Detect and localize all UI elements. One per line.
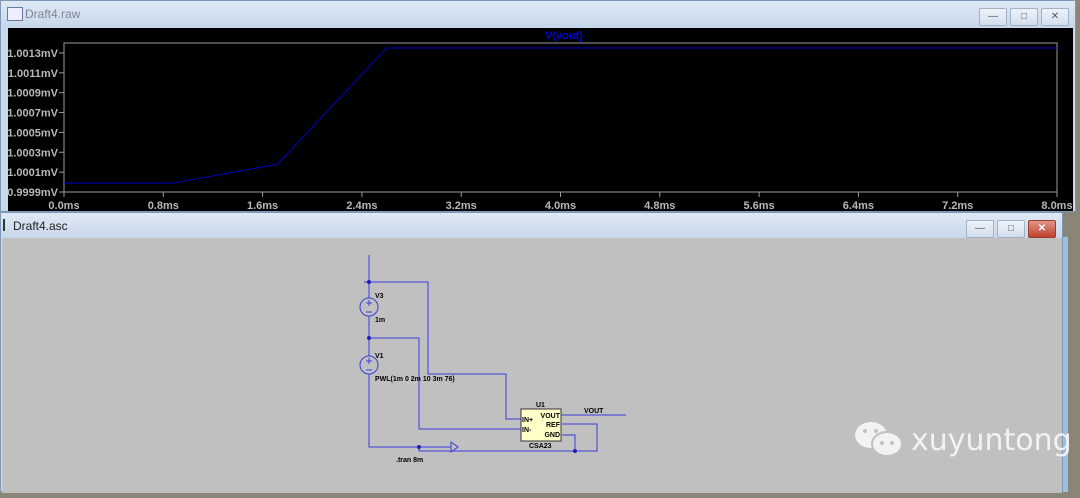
tran-directive[interactable]: .tran 8m [396, 457, 423, 464]
watermark-text: xuyuntong [911, 422, 1072, 458]
pin-vout: VOUT [541, 413, 561, 420]
v3-value[interactable]: 1m [375, 317, 385, 324]
y-tick-label: 51.0007mV [8, 108, 59, 120]
maximize-button[interactable]: □ [997, 220, 1025, 238]
wechat-logo-icon [855, 422, 903, 457]
junction-dot [367, 336, 371, 340]
maximize-button[interactable]: □ [1010, 8, 1038, 26]
x-tick-label: 2.4ms [346, 200, 377, 211]
junction-dot [573, 449, 577, 453]
u1-model[interactable]: CSA23 [529, 443, 552, 450]
x-tick-label: 1.6ms [247, 200, 278, 211]
x-tick-label: 4.8ms [644, 200, 675, 211]
window-title: Draft4.asc [13, 219, 68, 233]
x-tick-label: 4.0ms [545, 200, 576, 211]
x-tick-label: 6.4ms [843, 200, 874, 211]
v3-name[interactable]: V3 [375, 293, 384, 300]
y-tick-label: 51.0011mV [8, 68, 59, 80]
y-tick-label: 51.0013mV [8, 48, 59, 60]
wire[interactable] [368, 255, 451, 448]
y-tick-label: 51.0001mV [8, 167, 59, 179]
y-tick-label: 51.0003mV [8, 147, 59, 159]
pin-ref: REF [546, 422, 561, 429]
series-line-vout [64, 47, 1057, 184]
y-tick-label: 50.9999mV [8, 187, 59, 199]
net-label-vout[interactable]: VOUT [584, 408, 604, 415]
close-button[interactable]: ✕ [1041, 8, 1069, 26]
legend-vout[interactable]: V(vout) [545, 30, 583, 42]
x-tick-label: 8.0ms [1041, 200, 1072, 211]
pin-in-plus: IN+ [522, 417, 533, 424]
chart-svg: V(vout) 0.0ms 0.8ms 1.6ms 2.4ms 3.2ms 4.0ms 4.… [1, 30, 1072, 212]
wire[interactable] [364, 281, 521, 420]
u1-name[interactable]: U1 [536, 402, 545, 409]
waveform-plot[interactable]: V(vout) 0.0ms 0.8ms 1.6ms 2.4ms 3.2ms 4.0ms 4.… [1, 28, 1073, 212]
x-tick-label: 3.2ms [446, 200, 477, 211]
x-tick-label: 7.2ms [942, 200, 973, 211]
x-tick-label: 5.6ms [743, 200, 774, 211]
junction-dot [417, 445, 421, 449]
close-button[interactable]: ✕ [1028, 220, 1056, 238]
waveform-app-icon [7, 7, 23, 21]
minimize-button[interactable]: — [979, 8, 1007, 26]
x-tick-label: 0.8ms [148, 200, 179, 211]
v1-name[interactable]: V1 [375, 353, 384, 360]
wire[interactable] [562, 434, 576, 451]
wire[interactable] [369, 337, 521, 430]
window-title: Draft4.raw [25, 7, 81, 21]
waveform-window: Draft4.raw — □ ✕ V(vout) 0.0ms 0.8ms 1.6ms… [0, 0, 1076, 212]
y-tick-label: 51.0009mV [8, 88, 59, 100]
pin-gnd: GND [544, 432, 560, 439]
plot-frame [63, 42, 1058, 193]
v3-source-icon[interactable] [359, 297, 379, 317]
v1-value[interactable]: PWL(1m 0 2m 10 3m 76) [375, 376, 455, 383]
pin-in-minus: IN- [522, 427, 532, 434]
waveform-titlebar[interactable]: Draft4.raw — □ ✕ [1, 1, 1075, 27]
junction-dot [367, 280, 371, 284]
schematic-titlebar[interactable]: Draft4.asc — □ ✕ [1, 213, 1062, 239]
x-tick-label: 0.0ms [48, 200, 79, 211]
schematic-app-icon [3, 219, 11, 231]
watermark: xuyuntong [853, 420, 1072, 460]
y-tick-label: 51.0005mV [8, 127, 59, 139]
minimize-button[interactable]: — [966, 220, 994, 238]
